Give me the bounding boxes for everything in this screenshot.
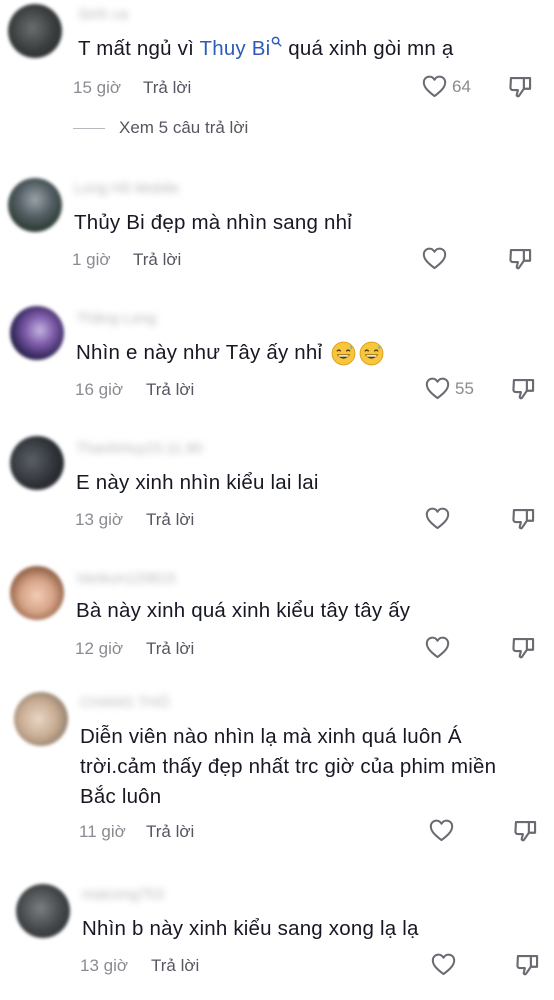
- comment-time: 16 giờ: [75, 380, 124, 399]
- reply-button[interactable]: Trả lời: [151, 956, 199, 976]
- comment-time: 13 giờ: [75, 510, 124, 529]
- comment-text: Bà này xinh quá xinh kiểu tây tây ấy: [76, 599, 411, 622]
- like-count: 55: [455, 378, 474, 398]
- reply-button[interactable]: Trả lời: [146, 510, 194, 530]
- comment-item: maicong753 Nhìn b này xinh kiểu sang xon…: [0, 880, 554, 1000]
- comment-text: T mất ngủ vì Thuy Bi quá xinh gòi mn ạ: [78, 34, 454, 64]
- heart-icon: [430, 951, 457, 978]
- heart-icon: [428, 817, 455, 844]
- view-replies-button[interactable]: Xem 5 câu trả lời: [73, 118, 248, 138]
- heart-icon: [424, 505, 451, 532]
- like-button[interactable]: [424, 634, 455, 661]
- avatar[interactable]: [10, 566, 64, 620]
- comment-username[interactable]: Thăng Long: [76, 310, 156, 327]
- comment-username[interactable]: ThanhHuy23.11.90: [76, 440, 202, 457]
- thumbs-down-icon[interactable]: [512, 817, 539, 844]
- reply-button[interactable]: Trả lời: [146, 822, 194, 842]
- thumbs-down-icon[interactable]: [507, 73, 534, 100]
- like-button[interactable]: [428, 817, 459, 844]
- like-button[interactable]: [421, 245, 452, 272]
- heart-icon: [421, 245, 448, 272]
- comment-item: Sinh ca T mất ngủ vì Thuy Bi quá xinh gò…: [0, 0, 554, 150]
- comment-text-line: Diễn viên nào nhìn lạ mà xinh quá luôn Á: [80, 725, 462, 748]
- avatar[interactable]: [8, 4, 62, 58]
- like-count: 64: [452, 76, 471, 96]
- comment-item: Vankun120815 Bà này xinh quá xinh kiểu t…: [0, 562, 554, 682]
- avatar[interactable]: [10, 306, 64, 360]
- heart-icon: [424, 634, 451, 661]
- comment-item: ThanhHuy23.11.90 E này xinh nhìn kiểu la…: [0, 432, 554, 552]
- grinning-sweat-emoji-icon: [359, 341, 384, 366]
- comment-username[interactable]: CHANG THỎ: [80, 694, 170, 711]
- search-icon: [272, 36, 282, 47]
- comment-text-part: T mất ngủ vì: [78, 37, 200, 60]
- thumbs-down-icon[interactable]: [507, 245, 534, 272]
- avatar[interactable]: [16, 884, 70, 938]
- avatar[interactable]: [14, 692, 68, 746]
- reply-button[interactable]: Trả lời: [146, 380, 194, 400]
- comment-text-part: Nhìn e này như Tây ấy nhỉ: [76, 341, 323, 364]
- thumbs-down-icon[interactable]: [514, 951, 541, 978]
- like-button[interactable]: 64: [421, 73, 471, 100]
- like-button[interactable]: 55: [424, 375, 474, 402]
- comment-text: Nhìn b này xinh kiểu sang xong lạ lạ: [82, 917, 419, 940]
- reply-button[interactable]: Trả lời: [133, 250, 181, 270]
- grinning-sweat-emoji-icon: [331, 341, 356, 366]
- comment-item: CHANG THỎ Diễn viên nào nhìn lạ mà xinh …: [0, 688, 554, 868]
- comment-text-line: trời.cảm thấy đẹp nhất trc giờ của phim …: [80, 755, 497, 778]
- comment-time: 12 giờ: [75, 639, 124, 658]
- thumbs-down-icon[interactable]: [510, 634, 537, 661]
- comment-item: Thăng Long Nhìn e này như Tây ấy nhỉ 16 …: [0, 300, 554, 420]
- heart-icon: [424, 375, 451, 402]
- comment-text: E này xinh nhìn kiểu lai lai: [76, 471, 319, 494]
- avatar[interactable]: [8, 178, 62, 232]
- mention-name: Thuy Bi: [199, 37, 271, 60]
- like-button[interactable]: [424, 505, 455, 532]
- comment-text: Thủy Bi đẹp mà nhìn sang nhỉ: [74, 211, 352, 234]
- comment-username[interactable]: Long Hồ Mobile: [74, 180, 179, 197]
- mention-link[interactable]: Thuy Bi: [199, 36, 283, 60]
- comment-text-part: quá xinh gòi mn ạ: [282, 37, 454, 60]
- heart-icon: [421, 73, 448, 100]
- reply-button[interactable]: Trả lời: [143, 78, 191, 98]
- comment-time: 1 giờ: [72, 250, 111, 269]
- thumbs-down-icon[interactable]: [510, 375, 537, 402]
- view-replies-label: Xem 5 câu trả lời: [119, 118, 249, 137]
- comment-time: 13 giờ: [80, 956, 129, 975]
- comment-time: 15 giờ: [73, 78, 122, 97]
- thumbs-down-icon[interactable]: [510, 505, 537, 532]
- comment-text: Nhìn e này như Tây ấy nhỉ: [76, 338, 384, 368]
- comment-item: Long Hồ Mobile Thủy Bi đẹp mà nhìn sang …: [0, 170, 554, 290]
- like-button[interactable]: [430, 951, 461, 978]
- divider-line: [73, 127, 105, 129]
- comment-time: 11 giờ: [79, 822, 126, 841]
- reply-button[interactable]: Trả lời: [146, 639, 194, 659]
- comment-text: Diễn viên nào nhìn lạ mà xinh quá luôn Á…: [80, 722, 496, 812]
- comment-username[interactable]: Sinh ca: [78, 6, 128, 23]
- comment-username[interactable]: maicong753: [82, 886, 164, 903]
- comment-username[interactable]: Vankun120815: [76, 570, 176, 587]
- avatar[interactable]: [10, 436, 64, 490]
- comment-text-line: Bắc luôn: [80, 785, 162, 808]
